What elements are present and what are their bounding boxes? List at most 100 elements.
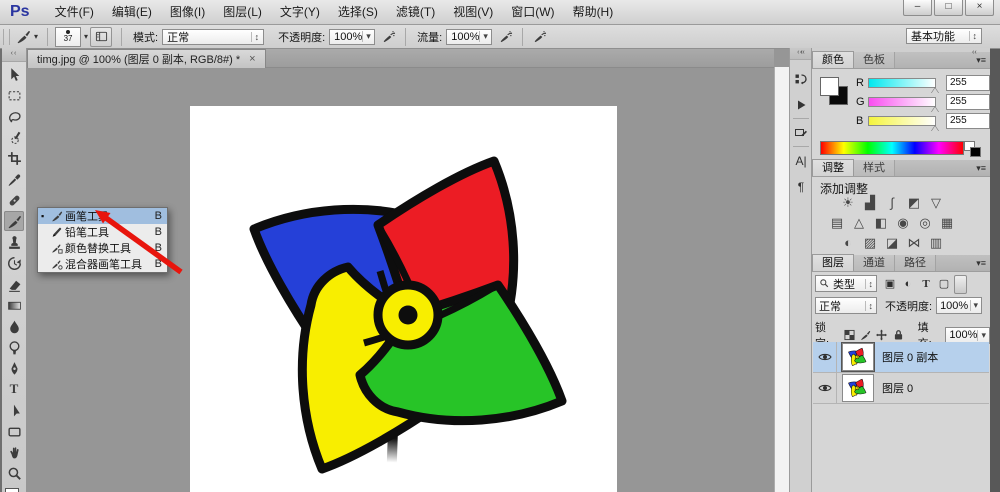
color-lookup-icon[interactable]: ▦: [937, 215, 957, 231]
filter-shape-layers-icon[interactable]: ▢: [938, 277, 950, 290]
tool-eraser[interactable]: [4, 274, 24, 294]
tool-quick-selection[interactable]: [4, 127, 24, 147]
tab-color[interactable]: 颜色: [812, 51, 854, 68]
tab-channels[interactable]: 通道: [854, 255, 895, 271]
menu-image[interactable]: 图像(I): [161, 0, 214, 24]
layer-blend-mode-select[interactable]: 正常 ↕: [815, 297, 877, 314]
color-balance-icon[interactable]: △: [849, 215, 869, 231]
foreground-color-swatch[interactable]: [5, 488, 19, 492]
lock-image-pixels-icon[interactable]: [859, 329, 872, 341]
photo-filter-icon[interactable]: ◉: [893, 215, 913, 231]
panel-menu-icon[interactable]: ▾≡: [976, 258, 986, 269]
layer-filter-toggle[interactable]: [954, 275, 967, 294]
tool-path-selection[interactable]: [4, 400, 24, 420]
black-white-icon[interactable]: ◧: [871, 215, 891, 231]
brush-tool-preset-icon[interactable]: ▾: [16, 29, 38, 44]
minimize-button[interactable]: –: [903, 0, 932, 16]
tool-clone-stamp[interactable]: [4, 232, 24, 252]
layer-row-copy[interactable]: 图层 0 副本: [813, 342, 989, 373]
tool-brush[interactable]: [4, 211, 24, 231]
tool-move[interactable]: [4, 64, 24, 84]
tool-rectangle-shape[interactable]: [4, 421, 24, 441]
flow-select[interactable]: 100% ▾: [446, 29, 492, 45]
slider-thumb[interactable]: [931, 126, 939, 132]
close-button[interactable]: ×: [965, 0, 994, 16]
panel-menu-icon[interactable]: ▾≡: [976, 163, 986, 174]
tablet-pressure-size-icon[interactable]: [532, 29, 547, 44]
flyout-item-color-replacement-tool[interactable]: 颜色替换工具 B: [38, 240, 167, 256]
document-tab[interactable]: timg.jpg @ 100% (图层 0 副本, RGB/8#) * ×: [27, 49, 266, 68]
brush-size-preview[interactable]: 37: [55, 27, 81, 47]
menu-file[interactable]: 文件(F): [46, 0, 103, 24]
layer-name[interactable]: 图层 0 副本: [882, 349, 938, 365]
color-spectrum-ramp[interactable]: [820, 141, 964, 155]
layer-name[interactable]: 图层 0: [882, 380, 913, 396]
menu-help[interactable]: 帮助(H): [564, 0, 623, 24]
tools-panel-collapse-handle[interactable]: ‹‹: [2, 48, 26, 62]
lock-all-icon[interactable]: [891, 329, 904, 341]
layer-thumbnail[interactable]: [842, 374, 874, 402]
filter-adjustment-layers-icon[interactable]: ◐: [902, 278, 914, 290]
layer-filter-type-select[interactable]: 类型 ↕: [815, 275, 877, 292]
green-slider[interactable]: [868, 97, 936, 107]
threshold-icon[interactable]: ◪: [882, 235, 902, 251]
flyout-item-brush-tool[interactable]: ▪ 画笔工具 B: [38, 208, 167, 224]
tool-spot-healing-brush[interactable]: [4, 190, 24, 210]
vertical-scrollbar[interactable]: [774, 67, 789, 492]
tablet-pressure-opacity-icon[interactable]: [381, 29, 396, 44]
panel-menu-icon[interactable]: ▾≡: [976, 55, 986, 66]
lock-position-icon[interactable]: [875, 329, 888, 341]
menu-filter[interactable]: 滤镜(T): [387, 0, 444, 24]
filter-type-layers-icon[interactable]: T: [920, 278, 932, 290]
hue-saturation-icon[interactable]: ▤: [827, 215, 847, 231]
brush-preset-picker-caret[interactable]: ▾: [84, 32, 88, 41]
menu-edit[interactable]: 编辑(E): [103, 0, 161, 24]
tool-crop[interactable]: [4, 148, 24, 168]
layer-row-original[interactable]: 图层 0: [813, 373, 989, 404]
green-value-field[interactable]: 255: [946, 94, 990, 110]
panels-grip-icon[interactable]: ‹‹: [972, 49, 977, 56]
layer-visibility-toggle[interactable]: [813, 373, 837, 403]
history-panel-icon[interactable]: [792, 70, 810, 88]
workspace-switcher[interactable]: 基本功能 ↕: [906, 28, 982, 44]
actions-panel-icon[interactable]: [792, 96, 810, 114]
invert-icon[interactable]: ◐: [838, 235, 858, 251]
brightness-contrast-icon[interactable]: ☀: [838, 195, 858, 211]
blue-slider[interactable]: [868, 116, 936, 126]
dock-grip-icon[interactable]: ‹‹: [800, 49, 805, 56]
curves-icon[interactable]: ∫: [882, 195, 902, 211]
character-panel-icon[interactable]: A|: [792, 152, 810, 170]
filter-pixel-layers-icon[interactable]: ▣: [884, 277, 896, 290]
tab-layers[interactable]: 图层: [812, 254, 854, 271]
menu-layer[interactable]: 图层(L): [214, 0, 271, 24]
exposure-icon[interactable]: ◩: [904, 195, 924, 211]
tab-close-icon[interactable]: ×: [249, 53, 255, 65]
tool-gradient[interactable]: [4, 295, 24, 315]
red-slider[interactable]: [868, 78, 936, 88]
lock-transparent-pixels-icon[interactable]: [843, 329, 856, 341]
document-canvas[interactable]: [190, 106, 617, 492]
tab-adjustments[interactable]: 调整: [812, 159, 854, 176]
gradient-map-icon[interactable]: ▥: [926, 235, 946, 251]
flyout-item-mixer-brush-tool[interactable]: 混合器画笔工具 B: [38, 256, 167, 272]
layer-visibility-toggle[interactable]: [813, 342, 837, 372]
levels-icon[interactable]: ▟: [860, 195, 880, 211]
tool-zoom[interactable]: [4, 463, 24, 483]
tool-history-brush[interactable]: [4, 253, 24, 273]
menu-type[interactable]: 文字(Y): [271, 0, 329, 24]
paragraph-panel-icon[interactable]: ¶: [792, 178, 810, 196]
foreground-background-swatches[interactable]: [5, 488, 24, 492]
blue-value-field[interactable]: 255: [946, 113, 990, 129]
vibrance-icon[interactable]: ▽: [926, 195, 946, 211]
menu-window[interactable]: 窗口(W): [502, 0, 563, 24]
channel-mixer-icon[interactable]: ◎: [915, 215, 935, 231]
menu-view[interactable]: 视图(V): [444, 0, 502, 24]
layer-fill-select[interactable]: 100% ▾: [945, 327, 990, 344]
menu-select[interactable]: 选择(S): [329, 0, 387, 24]
tool-hand[interactable]: [4, 442, 24, 462]
tool-pen[interactable]: [4, 358, 24, 378]
posterize-icon[interactable]: ▨: [860, 235, 880, 251]
foreground-color-swatch[interactable]: [820, 77, 839, 96]
clone-source-panel-icon[interactable]: [792, 124, 810, 142]
tool-eyedropper[interactable]: [4, 169, 24, 189]
